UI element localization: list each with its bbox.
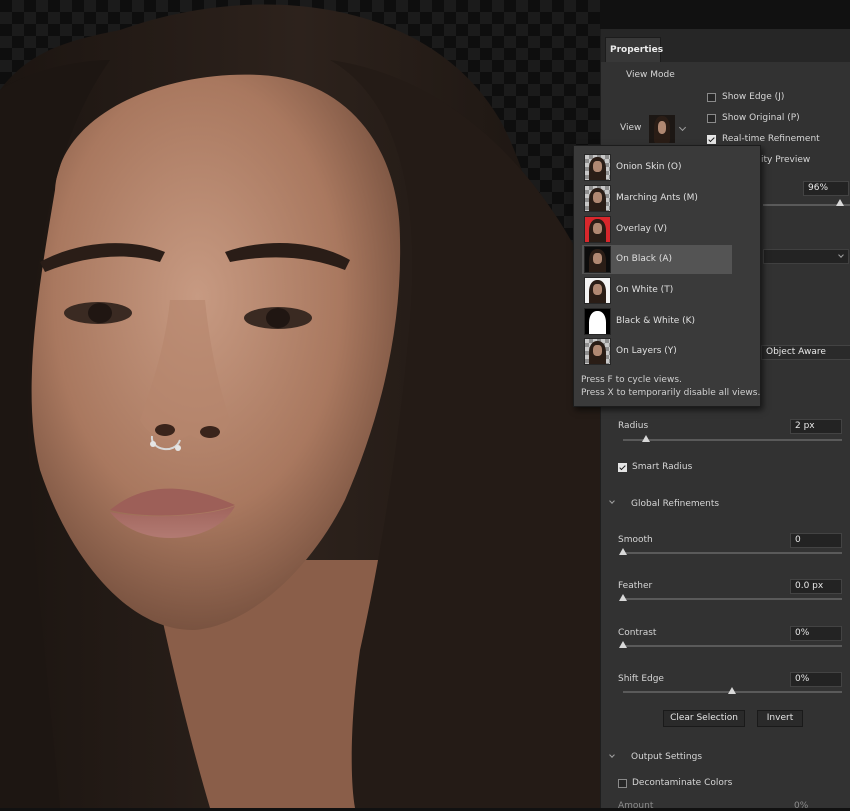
radius-slider-thumb[interactable] bbox=[642, 435, 650, 442]
smooth-slider-track[interactable] bbox=[623, 552, 842, 554]
clear-selection-button[interactable]: Clear Selection bbox=[663, 710, 745, 727]
global-refinements-chevron-icon[interactable] bbox=[609, 498, 615, 504]
shift-edge-field[interactable]: 0% bbox=[790, 672, 842, 687]
decontaminate-colors-checkbox[interactable] bbox=[618, 779, 627, 788]
contrast-field[interactable]: 0% bbox=[790, 626, 842, 641]
contrast-slider-track[interactable] bbox=[623, 645, 842, 647]
radius-slider-track[interactable] bbox=[623, 439, 842, 441]
shift-edge-slider-thumb[interactable] bbox=[728, 687, 736, 694]
menu-item-overlay[interactable]: Overlay (V) bbox=[582, 215, 732, 244]
smooth-label: Smooth bbox=[618, 535, 653, 545]
view-mode-heading: View Mode bbox=[626, 70, 675, 80]
smart-radius-checkbox[interactable] bbox=[618, 463, 627, 472]
object-aware-select[interactable]: Object Aware bbox=[761, 345, 850, 360]
quality-preview-label: ity Preview bbox=[761, 155, 811, 165]
portrait-image bbox=[0, 4, 600, 808]
feather-label: Feather bbox=[618, 581, 653, 591]
on-white-icon bbox=[584, 277, 611, 304]
menu-item-onion-skin[interactable]: Onion Skin (O) bbox=[582, 153, 732, 182]
feather-slider-track[interactable] bbox=[623, 598, 842, 600]
show-edge-label: Show Edge (J) bbox=[722, 92, 785, 102]
panel-tab-bar: Properties bbox=[601, 29, 850, 62]
realtime-refinement-checkbox[interactable] bbox=[707, 135, 716, 144]
feather-slider-thumb[interactable] bbox=[619, 594, 627, 601]
menu-item-marching-ants[interactable]: Marching Ants (M) bbox=[582, 184, 732, 213]
menu-hint-disable: Press X to temporarily disable all views… bbox=[581, 388, 761, 398]
feather-field[interactable]: 0.0 px bbox=[790, 579, 842, 594]
amount-value: 0% bbox=[794, 801, 809, 811]
mode-select[interactable] bbox=[763, 249, 849, 264]
show-edge-checkbox[interactable] bbox=[707, 93, 716, 102]
on-layers-icon bbox=[584, 338, 611, 365]
radius-label: Radius bbox=[618, 421, 649, 431]
opacity-slider-thumb[interactable] bbox=[836, 199, 844, 206]
radius-field[interactable]: 2 px bbox=[790, 419, 842, 434]
opacity-field[interactable]: 96% bbox=[803, 181, 849, 196]
smooth-field[interactable]: 0 bbox=[790, 533, 842, 548]
view-thumbnail-picker[interactable] bbox=[649, 115, 675, 143]
view-dropdown-chevron-icon[interactable] bbox=[678, 123, 687, 132]
marching-ants-icon bbox=[584, 185, 611, 212]
shift-edge-label: Shift Edge bbox=[618, 674, 664, 684]
view-label: View bbox=[620, 123, 642, 133]
realtime-refinement-label: Real-time Refinement bbox=[722, 134, 820, 144]
contrast-slider-thumb[interactable] bbox=[619, 641, 627, 648]
amount-label: Amount bbox=[618, 801, 654, 811]
tab-properties[interactable]: Properties bbox=[605, 37, 663, 62]
show-original-checkbox[interactable] bbox=[707, 114, 716, 123]
view-mode-menu: Onion Skin (O) Marching Ants (M) Overlay… bbox=[573, 145, 761, 407]
output-settings-heading: Output Settings bbox=[631, 752, 703, 762]
global-refinements-heading: Global Refinements bbox=[631, 499, 720, 509]
menu-item-on-black[interactable]: On Black (A) bbox=[582, 245, 732, 274]
output-settings-chevron-icon[interactable] bbox=[609, 752, 615, 758]
menu-item-on-layers[interactable]: On Layers (Y) bbox=[582, 337, 732, 366]
decontaminate-colors-label: Decontaminate Colors bbox=[632, 778, 733, 788]
smart-radius-label: Smart Radius bbox=[632, 462, 693, 472]
contrast-label: Contrast bbox=[618, 628, 657, 638]
onion-skin-icon bbox=[584, 154, 611, 181]
invert-button[interactable]: Invert bbox=[757, 710, 803, 727]
menu-item-on-white[interactable]: On White (T) bbox=[582, 276, 732, 305]
menu-item-black-white[interactable]: Black & White (K) bbox=[582, 307, 732, 336]
menu-hint-cycle: Press F to cycle views. bbox=[581, 375, 682, 385]
smooth-slider-thumb[interactable] bbox=[619, 548, 627, 555]
show-original-label: Show Original (P) bbox=[722, 113, 800, 123]
on-black-icon bbox=[584, 246, 611, 273]
black-white-icon bbox=[584, 308, 611, 335]
overlay-icon bbox=[584, 216, 611, 243]
document-canvas[interactable] bbox=[0, 0, 600, 808]
